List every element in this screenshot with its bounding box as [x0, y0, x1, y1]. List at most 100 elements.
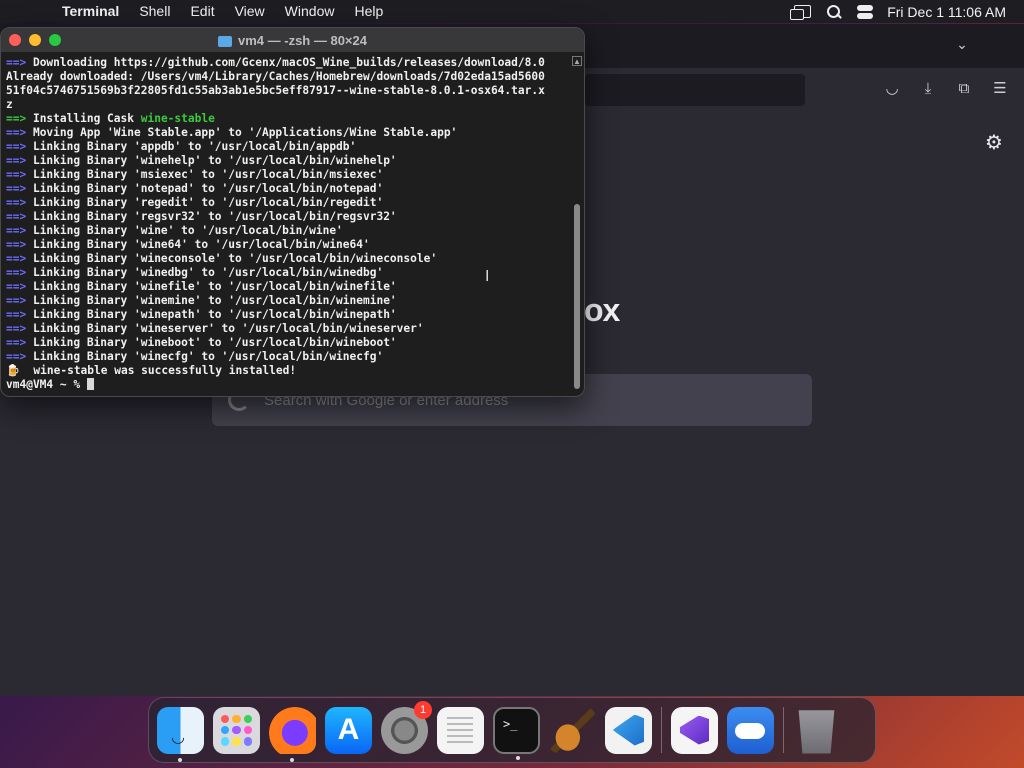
- dock-system-settings-icon[interactable]: 1: [381, 700, 432, 754]
- prompt-text: vm4@VM4 ~ %: [6, 378, 87, 391]
- terminal-line: ==> Linking Binary 'wineconsole' to '/us…: [6, 252, 566, 266]
- dock-weather-icon[interactable]: [727, 706, 774, 754]
- scroll-up-icon[interactable]: ▲: [572, 56, 582, 66]
- line-text: z: [6, 98, 13, 111]
- dock-separator: [783, 707, 784, 753]
- zoom-window-button[interactable]: [49, 34, 61, 46]
- spotlight-search-icon[interactable]: [825, 4, 843, 19]
- menu-window[interactable]: Window: [275, 0, 345, 23]
- terminal-line: ==> Linking Binary 'appdb' to '/usr/loca…: [6, 140, 566, 154]
- menubar-clock[interactable]: Fri Dec 1 11:06 AM: [887, 4, 1006, 20]
- line-text: Linking Binary 'notepad' to '/usr/local/…: [26, 182, 384, 195]
- line-text: Linking Binary 'regedit' to '/usr/local/…: [26, 196, 384, 209]
- minimize-window-button[interactable]: [29, 34, 41, 46]
- tab-list-chevron-icon[interactable]: ⌄: [952, 36, 972, 56]
- line-prefix: ==>: [6, 56, 27, 69]
- terminal-line: ==> Linking Binary 'msiexec' to '/usr/lo…: [6, 168, 566, 182]
- line-prefix: 🍺: [6, 364, 20, 377]
- running-indicator: [290, 757, 294, 762]
- ibeam-cursor-icon: I: [485, 268, 490, 285]
- line-text: Linking Binary 'winefile' to '/usr/local…: [26, 280, 397, 293]
- url-bar[interactable]: [585, 74, 805, 106]
- line-text: wine-stable was successfully installed!: [19, 364, 297, 377]
- running-indicator: [516, 755, 520, 760]
- dock-visual-studio-icon[interactable]: [671, 706, 718, 754]
- dock-separator: [661, 707, 662, 753]
- running-indicator: [178, 757, 182, 762]
- line-prefix: ==>: [6, 112, 27, 125]
- notification-badge: 1: [414, 700, 432, 719]
- dock: A 1 >_: [148, 697, 876, 763]
- scrollbar-thumb[interactable]: [574, 204, 580, 389]
- terminal-line: ==> Installing Cask wine-stable: [6, 112, 566, 126]
- menu-edit[interactable]: Edit: [180, 0, 224, 23]
- menu-shell[interactable]: Shell: [129, 0, 180, 23]
- dock-garageband-icon[interactable]: [549, 706, 596, 754]
- line-prefix: ==>: [6, 126, 27, 139]
- line-text: Installing Cask: [26, 112, 141, 125]
- terminal-line: ==> Linking Binary 'winemine' to '/usr/l…: [6, 294, 566, 308]
- line-text: Linking Binary 'wineserver' to '/usr/loc…: [26, 322, 424, 335]
- line-prefix: ==>: [6, 308, 27, 321]
- terminal-title: vm4 — -zsh — 80×24: [238, 32, 367, 48]
- terminal-line: ==> Linking Binary 'winepath' to '/usr/l…: [6, 308, 566, 322]
- dock-trash-icon[interactable]: [798, 710, 835, 754]
- terminal-line: ==> Linking Binary 'wine' to '/usr/local…: [6, 224, 566, 238]
- terminal-line: 🍺 wine-stable was successfully installed…: [6, 364, 566, 378]
- terminal-line: ==> Linking Binary 'wineboot' to '/usr/l…: [6, 336, 566, 350]
- text-cursor: [86, 378, 94, 390]
- terminal-line: ==> Linking Binary 'winedbg' to '/usr/lo…: [6, 266, 566, 280]
- terminal-line: ==> Linking Binary 'notepad' to '/usr/lo…: [6, 182, 566, 196]
- pocket-icon[interactable]: ◡: [883, 80, 901, 98]
- line-prefix: ==>: [6, 210, 27, 223]
- screen-mirroring-icon[interactable]: [790, 5, 812, 20]
- dock-app-store-icon[interactable]: A: [325, 706, 372, 754]
- close-window-button[interactable]: [9, 34, 21, 46]
- line-prefix: ==>: [6, 196, 27, 209]
- terminal-output[interactable]: ==> Downloading https://github.com/Gcenx…: [1, 52, 571, 396]
- line-text: Linking Binary 'winemine' to '/usr/local…: [26, 294, 397, 307]
- terminal-line: ==> Downloading https://github.com/Gcenx…: [6, 56, 566, 70]
- line-prefix: ==>: [6, 294, 27, 307]
- line-text: Linking Binary 'wineconsole' to '/usr/lo…: [26, 252, 438, 265]
- dock-vscode-icon[interactable]: [605, 706, 652, 754]
- line-text: Linking Binary 'wine64' to '/usr/local/b…: [26, 238, 370, 251]
- hamburger-menu-icon[interactable]: ☰: [991, 80, 1009, 98]
- terminal-titlebar[interactable]: vm4 — -zsh — 80×24: [1, 28, 584, 52]
- line-prefix: ==>: [6, 224, 27, 237]
- extensions-icon[interactable]: ⧉: [955, 80, 973, 98]
- line-prefix: ==>: [6, 140, 27, 153]
- line-text: Moving App 'Wine Stable.app' to '/Applic…: [26, 126, 458, 139]
- line-text: Linking Binary 'wineboot' to '/usr/local…: [26, 336, 397, 349]
- terminal-line: ==> Linking Binary 'winefile' to '/usr/l…: [6, 280, 566, 294]
- dock-terminal-icon[interactable]: >_: [493, 706, 540, 760]
- terminal-line: ==> Linking Binary 'winecfg' to '/usr/lo…: [6, 350, 566, 364]
- line-text: Linking Binary 'winedbg' to '/usr/local/…: [26, 266, 384, 279]
- dock-finder-icon[interactable]: [157, 706, 204, 762]
- line-prefix: ==>: [6, 280, 27, 293]
- terminal-scrollbar[interactable]: ▲: [572, 56, 582, 394]
- terminal-line: ==> Linking Binary 'winehelp' to '/usr/l…: [6, 154, 566, 168]
- shell-prompt[interactable]: vm4@VM4 ~ %: [6, 378, 566, 392]
- line-text: Linking Binary 'winecfg' to '/usr/local/…: [26, 350, 384, 363]
- control-center-icon[interactable]: [857, 4, 874, 19]
- downloads-icon[interactable]: ⤓: [919, 80, 937, 98]
- menu-app-name[interactable]: Terminal: [52, 0, 129, 23]
- line-prefix: ==>: [6, 336, 27, 349]
- terminal-line: ==> Moving App 'Wine Stable.app' to '/Ap…: [6, 126, 566, 140]
- dock-launchpad-icon[interactable]: [213, 706, 260, 754]
- line-prefix: ==>: [6, 168, 27, 181]
- menu-view[interactable]: View: [225, 0, 275, 23]
- line-prefix: ==>: [6, 154, 27, 167]
- terminal-window: vm4 — -zsh — 80×24 ==> Downloading https…: [0, 27, 585, 397]
- line-text: Linking Binary 'msiexec' to '/usr/local/…: [26, 168, 384, 181]
- cask-name: wine-stable: [140, 112, 215, 125]
- newtab-settings-gear-icon[interactable]: ⚙: [983, 132, 1005, 154]
- line-text: Linking Binary 'winehelp' to '/usr/local…: [26, 154, 397, 167]
- menu-help[interactable]: Help: [344, 0, 393, 23]
- dock-textedit-icon[interactable]: [437, 706, 484, 754]
- menu-bar: Terminal Shell Edit View Window Help Fri…: [0, 0, 1024, 23]
- line-prefix: ==>: [6, 266, 27, 279]
- dock-firefox-icon[interactable]: [269, 706, 316, 762]
- terminal-line: ==> Linking Binary 'wineserver' to '/usr…: [6, 322, 566, 336]
